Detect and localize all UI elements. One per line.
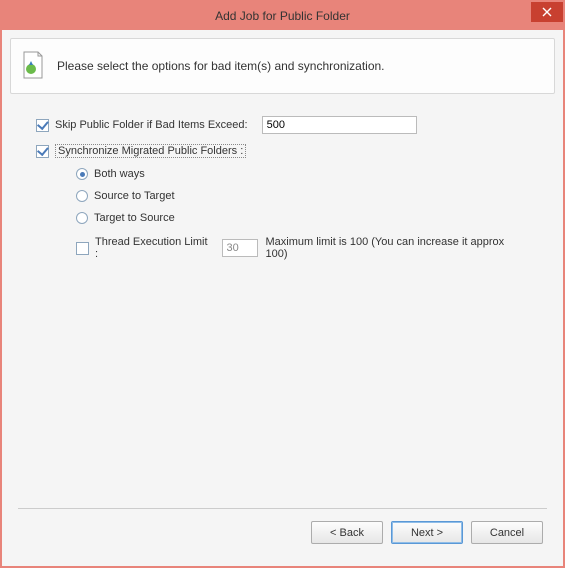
radio-both-row[interactable]: Both ways (76, 168, 529, 180)
content-area: Please select the options for bad item(s… (2, 30, 563, 566)
radio-target-to-source[interactable] (76, 212, 88, 224)
radio-s2t-row[interactable]: Source to Target (76, 190, 529, 202)
cancel-button[interactable]: Cancel (471, 521, 543, 544)
sync-radio-group: Both ways Source to Target Target to Sou… (76, 168, 529, 224)
radio-s2t-label: Source to Target (94, 190, 175, 202)
close-icon (542, 7, 552, 17)
skip-value-input[interactable] (262, 116, 417, 134)
form-area: Skip Public Folder if Bad Items Exceed: … (10, 94, 555, 508)
button-bar: < Back Next > Cancel (10, 509, 555, 558)
radio-both[interactable] (76, 168, 88, 180)
dialog-window: Add Job for Public Folder Please select … (2, 2, 563, 566)
close-button[interactable] (531, 2, 563, 22)
radio-t2s-row[interactable]: Target to Source (76, 212, 529, 224)
thread-value-input[interactable] (222, 239, 258, 257)
next-button[interactable]: Next > (391, 521, 463, 544)
sync-row: Synchronize Migrated Public Folders : (36, 144, 529, 158)
document-icon (21, 51, 45, 81)
radio-both-label: Both ways (94, 168, 145, 180)
skip-row: Skip Public Folder if Bad Items Exceed: (36, 116, 529, 134)
info-banner: Please select the options for bad item(s… (10, 38, 555, 94)
thread-checkbox[interactable] (76, 242, 89, 255)
radio-source-to-target[interactable] (76, 190, 88, 202)
banner-text: Please select the options for bad item(s… (57, 59, 385, 73)
thread-hint: Maximum limit is 100 (You can increase i… (266, 236, 529, 260)
skip-checkbox[interactable] (36, 119, 49, 132)
sync-checkbox[interactable] (36, 145, 49, 158)
back-button[interactable]: < Back (311, 521, 383, 544)
skip-label: Skip Public Folder if Bad Items Exceed: (55, 119, 248, 131)
thread-label: Thread Execution Limit : (95, 236, 214, 260)
dialog-title: Add Job for Public Folder (2, 9, 563, 23)
titlebar: Add Job for Public Folder (2, 2, 563, 30)
thread-row: Thread Execution Limit : Maximum limit i… (76, 236, 529, 260)
radio-t2s-label: Target to Source (94, 212, 175, 224)
sync-label: Synchronize Migrated Public Folders : (55, 144, 246, 158)
